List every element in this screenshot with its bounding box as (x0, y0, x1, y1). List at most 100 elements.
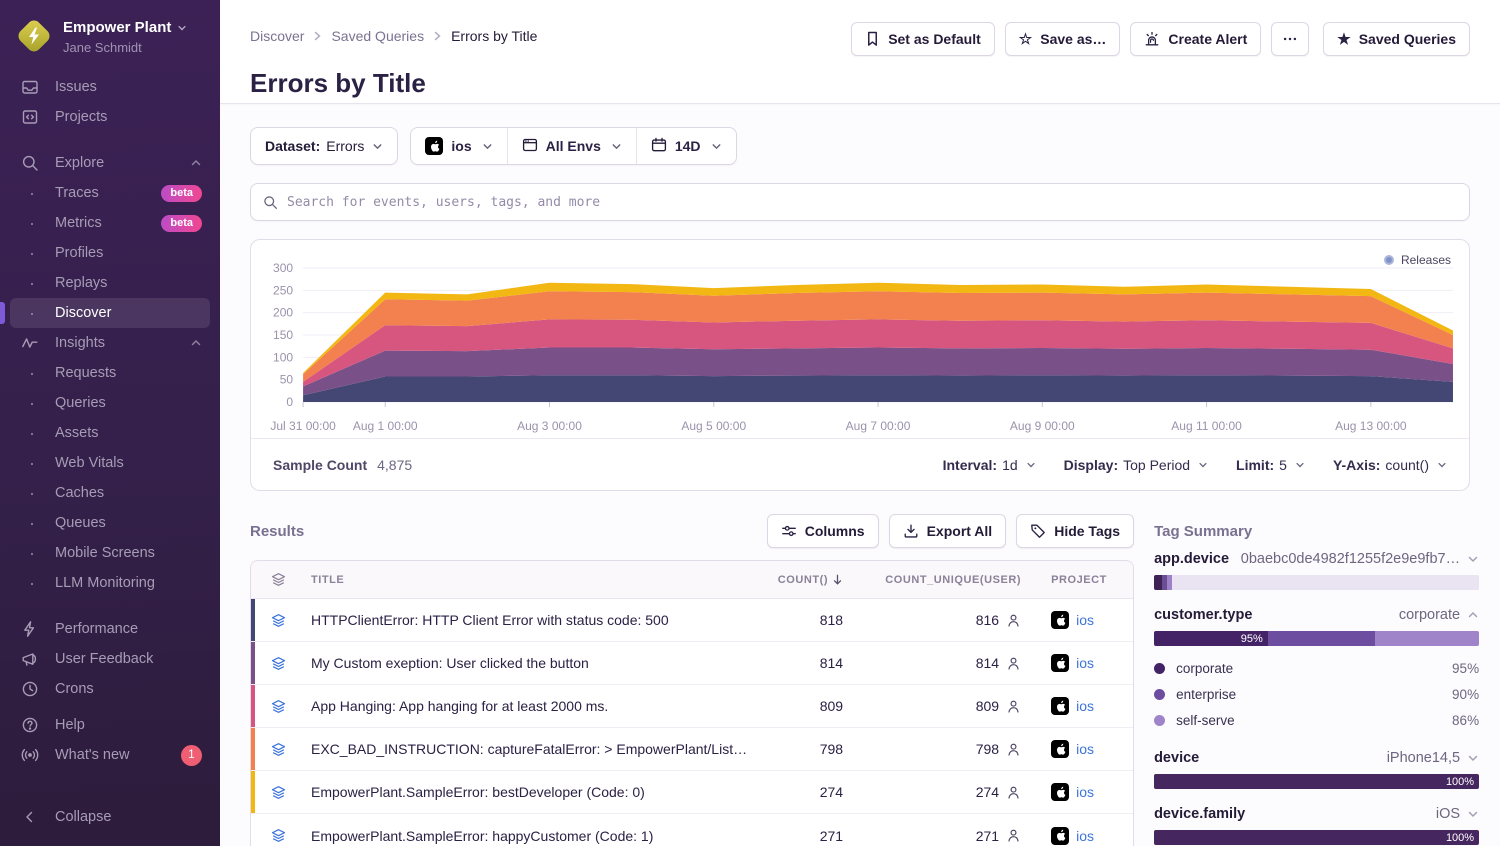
columns-button[interactable]: Columns (767, 514, 879, 548)
interval-selector[interactable]: Interval: 1d (943, 457, 1036, 473)
create-alert-button[interactable]: Create Alert (1130, 22, 1261, 56)
sidebar-item-explore[interactable]: Explore (10, 148, 210, 178)
limit-label: Limit: (1236, 457, 1274, 473)
project-link[interactable]: ios (1076, 784, 1094, 800)
project-link[interactable]: ios (1076, 828, 1094, 844)
sidebar-item-projects[interactable]: Projects (10, 102, 210, 132)
beta-badge: beta (161, 215, 202, 232)
tag-header[interactable]: deviceiPhone14,5 (1154, 750, 1479, 766)
sidebar-collapse-button[interactable]: Collapse (10, 802, 210, 832)
error-title[interactable]: EmpowerPlant.SampleError: bestDeveloper … (303, 784, 755, 800)
stack-icon[interactable] (271, 656, 286, 671)
sidebar-item-metrics[interactable]: ·Metricsbeta (10, 208, 210, 238)
stack-icon[interactable] (271, 613, 286, 628)
sidebar-item-label: What's new (55, 747, 130, 763)
set-as-default-button[interactable]: Set as Default (851, 22, 995, 56)
sidebar-item-performance[interactable]: Performance (10, 614, 210, 644)
tag-header[interactable]: customer.typecorporate (1154, 607, 1479, 623)
sidebar-item-help[interactable]: Help (10, 710, 210, 740)
table-row[interactable]: App Hanging: App hanging for at least 20… (251, 685, 1133, 728)
legend-percent: 90% (1452, 687, 1479, 702)
table-row[interactable]: EmpowerPlant.SampleError: bestDeveloper … (251, 771, 1133, 814)
tag-distribution-bar[interactable]: 95% (1154, 631, 1479, 646)
tag-legend-row[interactable]: self-serve86% (1154, 707, 1479, 733)
hide-tags-button[interactable]: Hide Tags (1016, 514, 1134, 548)
project-link[interactable]: ios (1076, 741, 1094, 757)
display-selector[interactable]: Display: Top Period (1064, 457, 1208, 473)
sidebar-item-insights[interactable]: Insights (10, 328, 210, 358)
sidebar-item-mobile-screens[interactable]: ·Mobile Screens (10, 538, 210, 568)
project-link[interactable]: ios (1076, 655, 1094, 671)
table-row[interactable]: EmpowerPlant.SampleError: happyCustomer … (251, 814, 1133, 846)
tag-header[interactable]: device.familyiOS (1154, 806, 1479, 822)
sidebar-item-issues[interactable]: Issues (10, 72, 210, 102)
col-header-title[interactable]: TITLE (303, 574, 755, 586)
sidebar-item-traces[interactable]: ·Tracesbeta (10, 178, 210, 208)
error-title[interactable]: HTTPClientError: HTTP Client Error with … (303, 612, 755, 628)
environment-selector[interactable]: All Envs (507, 128, 636, 164)
col-header-count-unique[interactable]: COUNT_UNIQUE(USER) (851, 574, 1029, 586)
sidebar-item-web-vitals[interactable]: ·Web Vitals (10, 448, 210, 478)
col-header-count[interactable]: COUNT() (755, 574, 851, 586)
page-title: Errors by Title (250, 68, 1470, 99)
saved-queries-button[interactable]: ★ Saved Queries (1323, 22, 1470, 56)
project-link[interactable]: ios (1076, 698, 1094, 714)
svg-text:Aug 11 00:00: Aug 11 00:00 (1171, 419, 1242, 433)
org-switcher[interactable]: Empower Plant Jane Schmidt (0, 14, 220, 72)
stack-icon[interactable] (271, 572, 286, 587)
breadcrumb-saved-queries[interactable]: Saved Queries (331, 28, 424, 44)
sidebar-item-what-s-new[interactable]: What's new1 (10, 740, 210, 770)
chart-panel: Releases 050100150200250300Jul 31 00:00A… (250, 239, 1470, 491)
sidebar-item-crons[interactable]: Crons (10, 674, 210, 704)
chart-legend[interactable]: Releases (1384, 253, 1451, 267)
yaxis-selector[interactable]: Y-Axis: count() (1333, 457, 1447, 473)
error-title[interactable]: EXC_BAD_INSTRUCTION: captureFatalError: … (303, 741, 755, 757)
save-as-button[interactable]: ☆ Save as… (1005, 22, 1121, 56)
col-header-project[interactable]: PROJECT (1029, 574, 1133, 586)
sidebar-item-queues[interactable]: ·Queues (10, 508, 210, 538)
stack-icon[interactable] (271, 742, 286, 757)
filter-bar: Dataset: Errors ios All Envs 14D (250, 127, 1470, 165)
table-row[interactable]: EXC_BAD_INSTRUCTION: captureFatalError: … (251, 728, 1133, 771)
results-table-header: TITLE COUNT() COUNT_UNIQUE(USER) PROJECT (251, 561, 1133, 599)
sidebar-section-gap (0, 598, 220, 614)
tag-legend-row[interactable]: corporate95% (1154, 655, 1479, 681)
stack-icon[interactable] (271, 699, 286, 714)
export-all-button[interactable]: Export All (889, 514, 1007, 548)
sidebar-item-requests[interactable]: ·Requests (10, 358, 210, 388)
sidebar-item-assets[interactable]: ·Assets (10, 418, 210, 448)
sidebar-item-user-feedback[interactable]: User Feedback (10, 644, 210, 674)
table-row[interactable]: My Custom exeption: User clicked the but… (251, 642, 1133, 685)
table-row[interactable]: HTTPClientError: HTTP Client Error with … (251, 599, 1133, 642)
search-input[interactable] (287, 195, 1457, 210)
date-range-selector[interactable]: 14D (636, 128, 736, 164)
sidebar-item-caches[interactable]: ·Caches (10, 478, 210, 508)
overflow-menu-button[interactable] (1271, 22, 1309, 56)
ellipsis-icon (1282, 31, 1298, 47)
tag-distribution-bar[interactable]: 100% (1154, 774, 1479, 789)
sidebar-item-queries[interactable]: ·Queries (10, 388, 210, 418)
breadcrumb-discover[interactable]: Discover (250, 28, 304, 44)
tag-legend-row[interactable]: enterprise90% (1154, 681, 1479, 707)
tag-distribution-bar[interactable]: 100% (1154, 830, 1479, 845)
error-title[interactable]: App Hanging: App hanging for at least 20… (303, 698, 755, 714)
releases-legend-label: Releases (1401, 253, 1451, 267)
project-link[interactable]: ios (1076, 612, 1094, 628)
error-title[interactable]: My Custom exeption: User clicked the but… (303, 655, 755, 671)
project-selector[interactable]: ios (411, 128, 506, 164)
stack-icon[interactable] (271, 785, 286, 800)
count-value: 274 (755, 784, 851, 800)
stack-icon[interactable] (271, 828, 286, 843)
sidebar-item-profiles[interactable]: ·Profiles (10, 238, 210, 268)
sidebar-item-discover[interactable]: ·Discover (10, 298, 210, 328)
stacked-area-chart[interactable]: 050100150200250300Jul 31 00:00Aug 1 00:0… (251, 240, 1469, 438)
error-title[interactable]: EmpowerPlant.SampleError: happyCustomer … (303, 828, 755, 844)
limit-selector[interactable]: Limit: 5 (1236, 457, 1305, 473)
tag-bar-segment (1172, 575, 1479, 590)
sidebar-item-llm-monitoring[interactable]: ·LLM Monitoring (10, 568, 210, 598)
sidebar-item-replays[interactable]: ·Replays (10, 268, 210, 298)
tag-top-value: iOS (1436, 806, 1460, 822)
tag-distribution-bar[interactable] (1154, 575, 1479, 590)
tag-header[interactable]: app.device0baebc0de4982f1255f2e9e9fb7… (1154, 551, 1479, 567)
dataset-selector[interactable]: Dataset: Errors (250, 127, 398, 165)
